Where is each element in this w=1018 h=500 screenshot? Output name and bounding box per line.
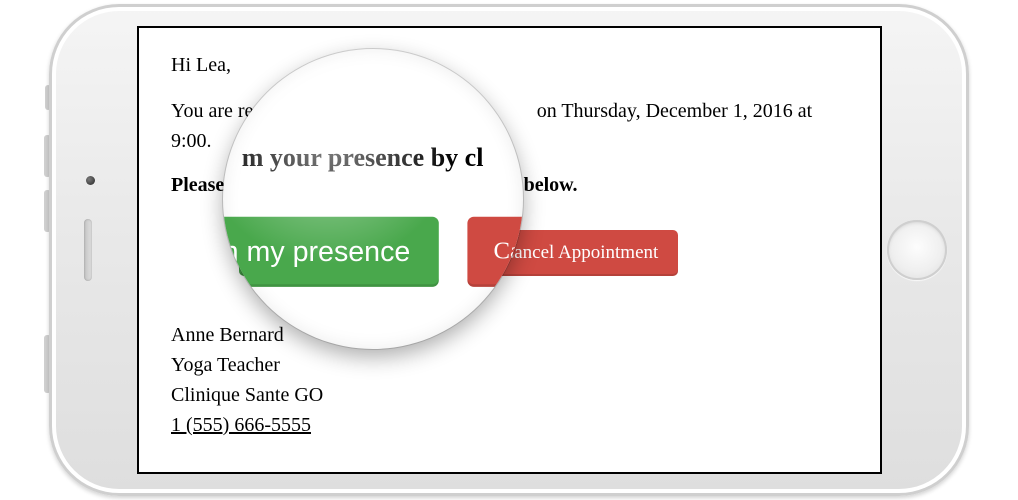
email-greeting: Hi Lea,: [171, 50, 848, 80]
button-row: Confirm my presence Cancel Appointment: [171, 230, 848, 276]
email-instruction: Please confirm your presence by clicking…: [171, 170, 848, 200]
phone-frame: Hi Lea, You are registered xxxxxxxxxxxxx…: [49, 4, 969, 496]
email-content: Hi Lea, You are registered xxxxxxxxxxxxx…: [137, 26, 882, 474]
signature-title: Yoga Teacher: [171, 350, 848, 380]
signature-phone[interactable]: 1 (555) 666-5555: [171, 410, 848, 440]
body-prefix: You are registered: [171, 100, 317, 122]
front-camera-icon: [86, 176, 95, 185]
signature-name: Anne Bernard: [171, 320, 848, 350]
earpiece-speaker: [84, 219, 92, 281]
email-body-line: You are registered xxxxxxxxxxxxxxxxxxxxx…: [171, 96, 848, 156]
email-signature: Anne Bernard Yoga Teacher Clinique Sante…: [171, 320, 848, 440]
home-button[interactable]: [887, 220, 947, 280]
cancel-appointment-button[interactable]: Cancel Appointment: [482, 230, 679, 276]
confirm-presence-button[interactable]: Confirm my presence: [239, 230, 460, 276]
signature-clinic: Clinique Sante GO: [171, 380, 848, 410]
